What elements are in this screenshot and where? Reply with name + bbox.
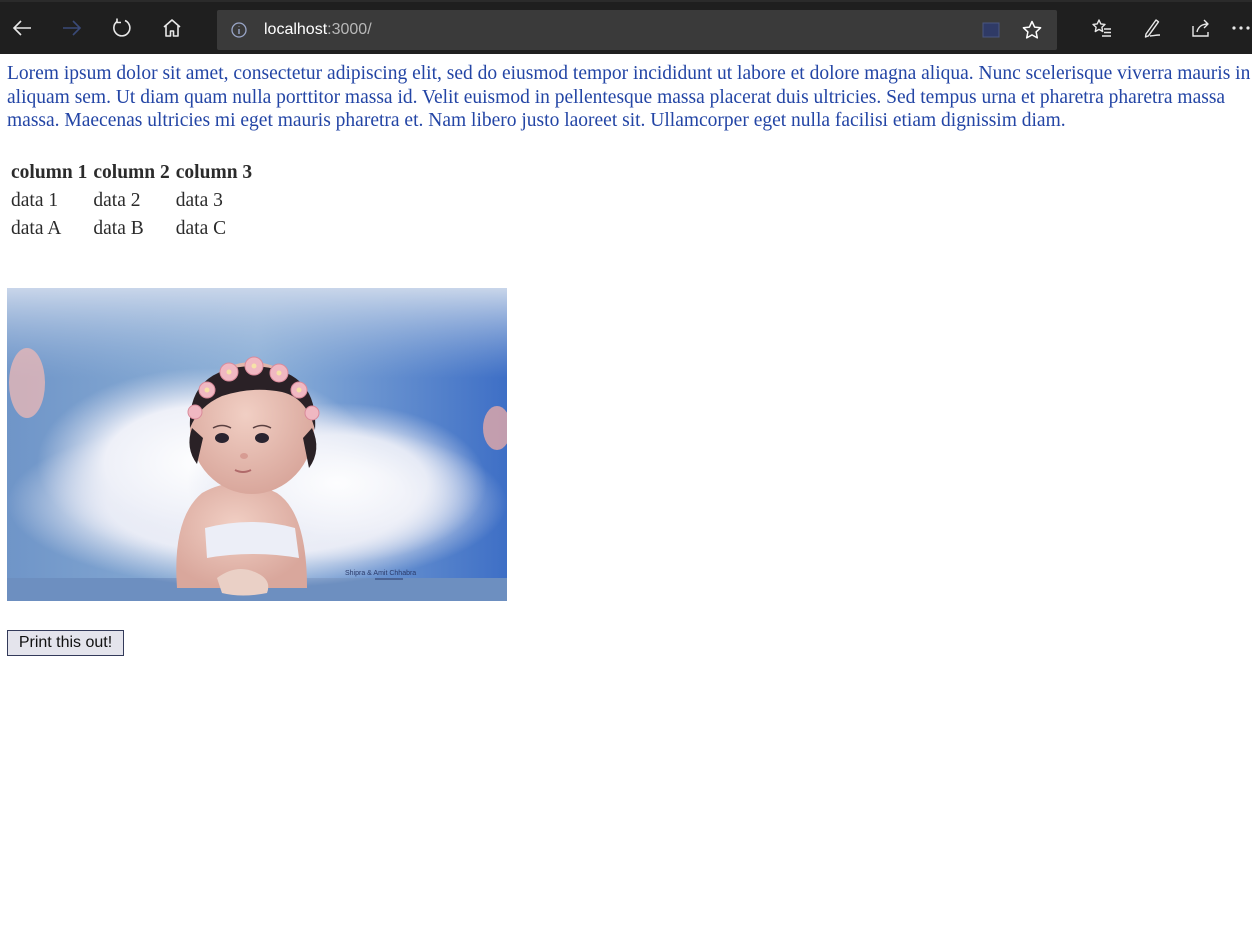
forward-button[interactable] — [52, 8, 92, 48]
more-dots-icon — [1232, 26, 1250, 30]
home-icon — [163, 19, 181, 37]
pen-icon — [1144, 19, 1161, 38]
more-button[interactable] — [1230, 8, 1252, 48]
favorites-button[interactable] — [1082, 8, 1122, 48]
column-header: column 2 — [93, 161, 170, 183]
share-icon — [1192, 19, 1209, 37]
column-header: column 1 — [11, 161, 88, 183]
url-path: :3000/ — [327, 21, 372, 38]
table-cell: data 3 — [175, 189, 223, 211]
back-arrow-icon — [12, 20, 31, 36]
favorite-star-icon[interactable] — [1021, 19, 1043, 41]
url-text[interactable]: localhost:3000/ — [264, 20, 372, 40]
address-bar[interactable]: localhost:3000/ — [217, 10, 1057, 50]
share-button[interactable] — [1181, 8, 1221, 48]
notes-button[interactable] — [1132, 8, 1172, 48]
baby-photo: Shipra & Amit Chhabra — [7, 288, 507, 601]
baby-photo-illustration: Shipra & Amit Chhabra — [7, 288, 507, 601]
favorites-list-icon — [1092, 19, 1111, 37]
lorem-paragraph: Lorem ipsum dolor sit amet, consectetur … — [7, 63, 1251, 131]
url-host: localhost — [264, 21, 328, 38]
page-content: Lorem ipsum dolor sit amet, consectetur … — [7, 62, 1252, 656]
table-header-row: column 1 column 2 column 3 — [9, 160, 254, 186]
table-cell: data C — [175, 217, 227, 239]
back-button[interactable] — [2, 8, 42, 48]
watermark-text: Shipra & Amit Chhabra — [345, 570, 416, 577]
table-row: data 1 data 2 data 3 — [9, 188, 254, 214]
browser-toolbar: localhost:3000/ — [0, 0, 1252, 54]
refresh-button[interactable] — [102, 8, 142, 48]
info-icon[interactable] — [229, 20, 249, 40]
table-cell: data B — [93, 217, 144, 239]
column-header: column 3 — [175, 161, 253, 183]
table-cell: data 1 — [11, 189, 59, 211]
reading-view-icon[interactable] — [981, 20, 1001, 40]
table-cell: data A — [11, 217, 62, 239]
data-table: column 1 column 2 column 3 data 1 data 2… — [7, 158, 256, 244]
table-row: data A data B data C — [9, 216, 254, 242]
refresh-icon — [113, 18, 131, 37]
table-cell: data 2 — [93, 189, 141, 211]
forward-arrow-icon — [63, 20, 82, 36]
home-button[interactable] — [152, 8, 192, 48]
print-button[interactable]: Print this out! — [7, 630, 124, 656]
